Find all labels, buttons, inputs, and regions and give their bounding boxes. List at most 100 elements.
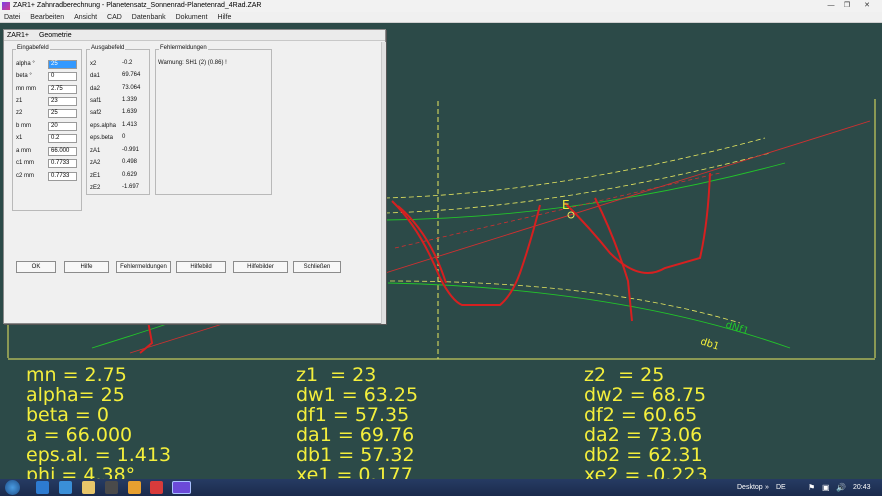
media-icon[interactable]: [105, 481, 118, 494]
network-icon[interactable]: ▣: [822, 479, 830, 496]
taskbar: Desktop » DE ⚑ ▣ 🔊 20:43: [0, 479, 882, 496]
output-value-eps-alpha: 1.413: [122, 122, 138, 128]
maximize-button[interactable]: ❐: [840, 1, 854, 11]
output-label-saf1: saf1: [90, 98, 102, 104]
tooth-profile-2: [564, 172, 711, 274]
menu-dokument[interactable]: Dokument: [176, 14, 208, 21]
dashed-circle-3: [389, 280, 741, 324]
dialog-title-bar: ZAR1+ Geometrie: [4, 30, 385, 41]
dialog-scrollbar[interactable]: [381, 42, 386, 324]
error-group: Fehlermeldungen: [155, 45, 272, 195]
field-label-b: b mm: [16, 123, 31, 129]
dashed-circle-1: [384, 137, 766, 199]
x1-input[interactable]: 0.2: [48, 134, 77, 143]
line-of-action-dashed: [394, 172, 721, 249]
z1-input[interactable]: 23: [48, 97, 77, 106]
field-label-alpha: alpha °: [16, 61, 35, 67]
alpha-input[interactable]: 25: [48, 60, 77, 69]
output-label-da1: da1: [90, 73, 101, 79]
hilfebilder-button[interactable]: Hilfebilder: [233, 261, 288, 273]
volume-icon[interactable]: 🔊: [836, 479, 846, 496]
result-phi: phi = 4.38°: [26, 465, 136, 479]
dialog-tab-geometrie[interactable]: Geometrie: [39, 32, 72, 39]
result-mn: mn = 2.75: [26, 364, 127, 386]
output-value-da1: 69.764: [122, 72, 141, 78]
title-bar: ZAR1+ Zahnradberechnung - Planetensatz_S…: [0, 0, 882, 12]
green-circle-1: [384, 162, 786, 221]
result-eps: eps.al. = 1.413: [26, 444, 172, 466]
field-label-x1: x1: [16, 135, 23, 141]
menu-bearbeiten[interactable]: Bearbeiten: [30, 14, 64, 21]
output-value-saf2: 1.639: [122, 109, 138, 115]
app-icon-5[interactable]: [128, 481, 141, 494]
flag-icon[interactable]: ⚑: [808, 479, 815, 496]
menu-hilfe[interactable]: Hilfe: [217, 14, 231, 21]
a-input[interactable]: 66.000: [48, 147, 77, 156]
browser-icon[interactable]: [36, 481, 49, 494]
output-value-za2: 0.498: [122, 159, 138, 165]
label-e: E: [562, 198, 570, 212]
schliessen-button[interactable]: Schließen: [293, 261, 341, 273]
result-da1: da1 = 69.76: [296, 424, 415, 446]
desktop-label[interactable]: Desktop: [737, 479, 763, 496]
zar-app-icon[interactable]: [172, 481, 191, 494]
output-value-ze2: -1.697: [122, 184, 140, 190]
output-group-legend: Ausgabefeld: [90, 45, 126, 51]
ok-button[interactable]: OK: [16, 261, 56, 273]
geometry-dialog: ZAR1+ Geometrie Eingabefeld alpha ° 25 b…: [3, 29, 386, 324]
output-value-za1: -0.991: [122, 147, 140, 153]
tooth-flank-2: [594, 197, 633, 322]
dialog-tab-zar1[interactable]: ZAR1+: [7, 32, 29, 39]
c2-input[interactable]: 0.7733: [48, 172, 77, 181]
hilfebild-button[interactable]: Hilfebild: [176, 261, 226, 273]
output-value-da2: 73.064: [122, 85, 141, 91]
field-label-z2: z2: [16, 110, 23, 116]
field-label-beta: beta °: [16, 73, 32, 79]
result-dw2: dw2 = 68.75: [584, 384, 707, 406]
output-label-da2: da2: [90, 86, 101, 92]
tooth-flank-1: [397, 205, 447, 284]
language-indicator[interactable]: DE: [776, 479, 786, 496]
pdf-icon[interactable]: [150, 481, 163, 494]
z2-input[interactable]: 25: [48, 109, 77, 118]
output-value-saf1: 1.339: [122, 97, 138, 103]
field-label-mn: mn mm: [16, 86, 36, 92]
field-label-c2: c2 mm: [16, 173, 34, 179]
start-button-icon[interactable]: [5, 480, 20, 495]
field-label-a: a mm: [16, 148, 31, 154]
result-xe2: xe2 = -0.223: [584, 465, 708, 479]
result-db1: db1 = 57.32: [296, 444, 415, 466]
close-button[interactable]: ✕: [860, 1, 874, 11]
c1-input[interactable]: 0.7733: [48, 159, 77, 168]
result-a: a = 66.000: [26, 424, 133, 446]
output-label-za1: zA1: [90, 148, 101, 154]
output-value-ze1: 0.629: [122, 172, 138, 178]
output-label-ze2: zE2: [90, 185, 101, 191]
output-label-ze1: zE1: [90, 173, 101, 179]
clock[interactable]: 20:43: [853, 479, 871, 496]
output-label-x2: x2: [90, 61, 97, 67]
hilfe-button[interactable]: Hilfe: [64, 261, 109, 273]
menu-cad[interactable]: CAD: [107, 14, 122, 21]
dashed-circle-2: [384, 152, 771, 214]
fehlermeldungen-button[interactable]: Fehlermeldungen: [116, 261, 171, 273]
output-value-x2: -0.2: [122, 60, 133, 66]
result-beta: beta = 0: [26, 404, 109, 426]
menu-datei[interactable]: Datei: [4, 14, 20, 21]
app-icon-2[interactable]: [59, 481, 72, 494]
output-label-eps-alpha: eps.alpha: [90, 123, 117, 129]
b-input[interactable]: 20: [48, 122, 77, 131]
tooth-profile-3: [139, 320, 154, 354]
chevron-icon[interactable]: »: [765, 479, 769, 496]
menu-ansicht[interactable]: Ansicht: [74, 14, 97, 21]
beta-input[interactable]: 0: [48, 72, 77, 81]
minimize-button[interactable]: —: [824, 1, 838, 11]
menu-datenbank[interactable]: Datenbank: [132, 14, 166, 21]
result-alpha: alpha= 25: [26, 384, 125, 406]
window-title: ZAR1+ Zahnradberechnung - Planetensatz_S…: [13, 2, 262, 9]
result-dw1: dw1 = 63.25: [296, 384, 419, 406]
field-label-z1: z1: [16, 98, 23, 104]
app-icon: [2, 2, 10, 10]
explorer-icon[interactable]: [82, 481, 95, 494]
mn-input[interactable]: 2.75: [48, 85, 77, 94]
